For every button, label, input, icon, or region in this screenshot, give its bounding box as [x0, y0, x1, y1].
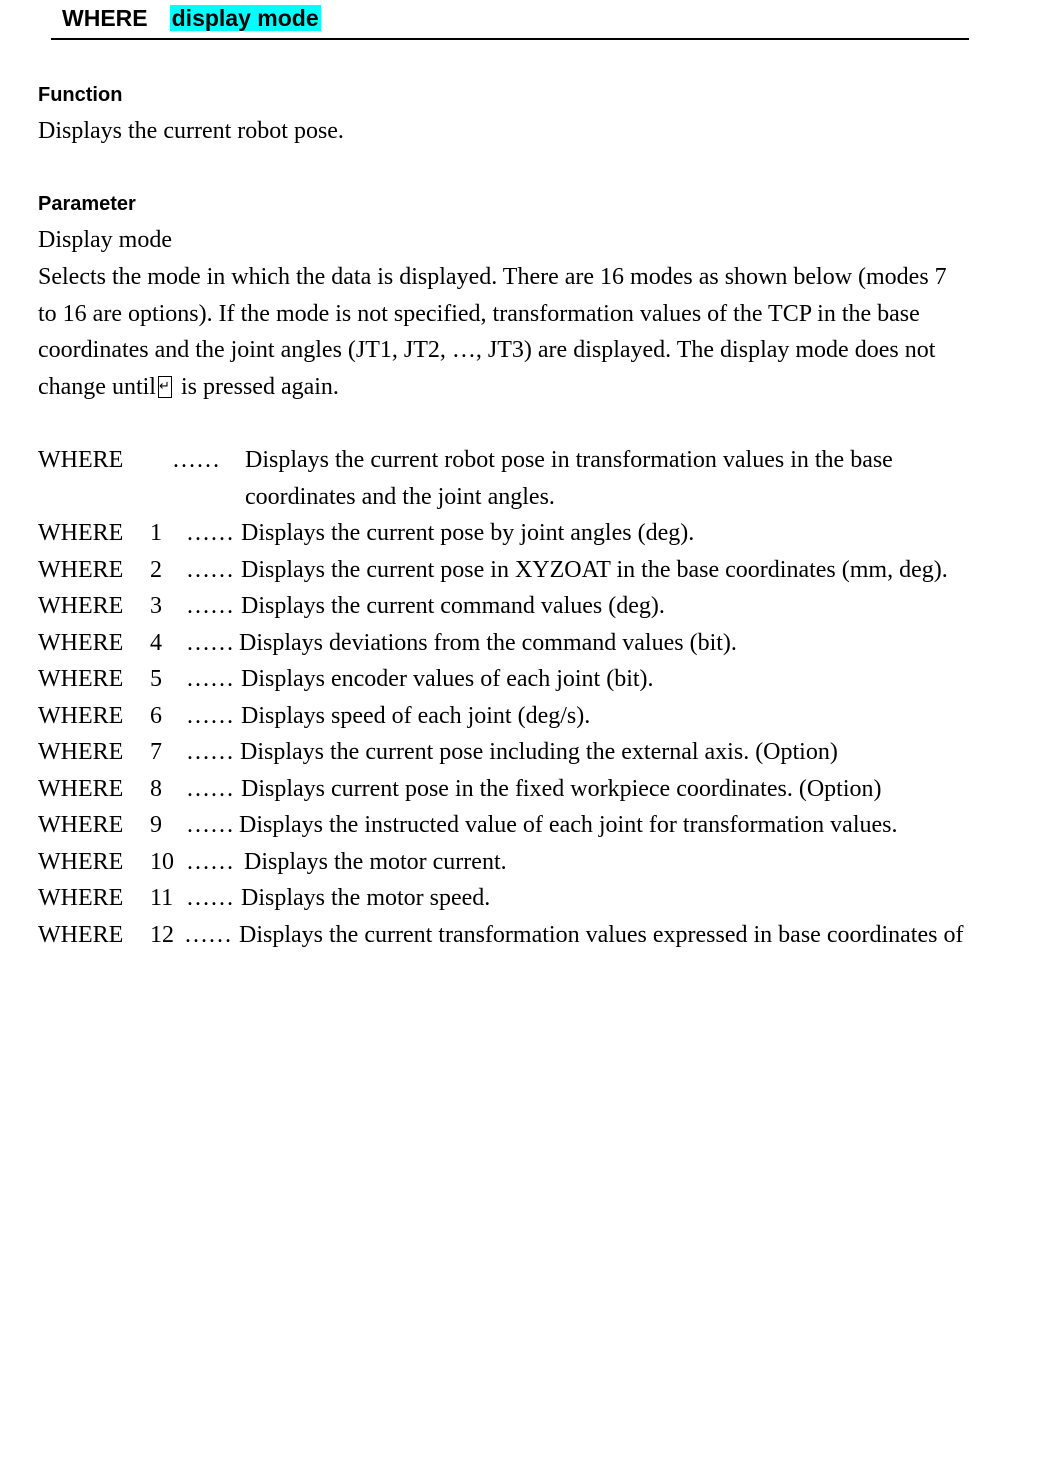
mode-description: Displays the current pose by joint angle… [241, 520, 695, 546]
mode-number: 7 [150, 739, 162, 765]
mode-leader-dots: …… [172, 447, 220, 473]
display-mode-list: WHERE …… Displays the current robot pose… [38, 442, 998, 953]
list-item: WHERE 4 …… Displays deviations from the … [38, 625, 998, 662]
mode-keyword: WHERE [38, 921, 124, 948]
mode-description: Displays the current transformation valu… [239, 921, 964, 948]
list-item: WHERE 1 …… Displays the current pose by … [38, 515, 998, 552]
list-item: WHERE 3 …… Displays the current command … [38, 588, 998, 625]
mode-leader-dots: …… [184, 921, 232, 948]
parameter-description-line: coordinates and the joint angles (JT1, J… [38, 337, 936, 364]
mode-leader-dots: …… [186, 812, 234, 838]
parameter-description-line: Selects the mode in which the data is di… [38, 264, 947, 290]
mode-description: Displays the current pose in XYZOAT in t… [241, 556, 948, 583]
list-item: WHERE 8 …… Displays current pose in the … [38, 771, 998, 808]
mode-keyword: WHERE [38, 520, 124, 546]
mode-keyword: WHERE [38, 629, 124, 656]
heading-divider [51, 38, 969, 40]
mode-keyword: WHERE [38, 556, 124, 583]
command-argument-highlight: display mode [169, 5, 321, 31]
mode-leader-dots: …… [186, 775, 234, 802]
parameter-description-line: change until is pressed again. [38, 369, 988, 406]
parameter-description-line: to 16 are options). If the mode is not s… [38, 300, 920, 327]
mode-number: 1 [150, 520, 162, 546]
mode-description-line: Displays the current robot pose in trans… [245, 447, 893, 473]
mode-number: 6 [150, 702, 162, 729]
mode-description: Displays the current robot pose in trans… [245, 442, 893, 515]
mode-description: Displays current pose in the fixed workp… [241, 775, 882, 802]
mode-keyword: WHERE [38, 447, 124, 473]
list-item: WHERE 6 …… Displays speed of each joint … [38, 698, 998, 735]
mode-description: Displays the current pose including the … [240, 739, 838, 765]
mode-leader-dots: …… [186, 556, 234, 583]
mode-description: Displays speed of each joint (deg/s). [241, 702, 591, 729]
command-heading: WHERE display mode [62, 3, 321, 33]
mode-number: 5 [150, 666, 162, 692]
mode-keyword: WHERE [38, 812, 124, 838]
mode-description: Displays encoder values of each joint (b… [241, 666, 654, 692]
mode-number: 2 [150, 556, 162, 583]
mode-description: Displays the instructed value of each jo… [239, 812, 898, 838]
parameter-description: Selects the mode in which the data is di… [38, 259, 988, 405]
mode-keyword: WHERE [38, 848, 124, 875]
list-item: WHERE 2 …… Displays the current pose in … [38, 552, 998, 589]
mode-number: 10 [150, 848, 174, 875]
mode-leader-dots: …… [186, 520, 234, 546]
parameter-name: Display mode [38, 227, 172, 253]
mode-number: 4 [150, 629, 162, 656]
mode-number: 9 [150, 812, 162, 838]
mode-keyword: WHERE [38, 593, 124, 619]
list-item: WHERE 10 …… Displays the motor current. [38, 844, 998, 881]
mode-leader-dots: …… [186, 666, 234, 692]
parameter-section-title: Parameter [38, 193, 136, 215]
mode-leader-dots: …… [186, 848, 234, 875]
mode-description: Displays the motor current. [244, 848, 507, 875]
mode-description-line: coordinates and the joint angles. [245, 483, 555, 510]
mode-keyword: WHERE [38, 775, 124, 802]
mode-keyword: WHERE [38, 702, 124, 729]
mode-leader-dots: …… [186, 593, 234, 619]
list-item: WHERE …… Displays the current robot pose… [38, 442, 998, 515]
mode-leader-dots: …… [186, 739, 234, 765]
mode-leader-dots: …… [186, 702, 234, 729]
mode-description: Displays deviations from the command val… [239, 629, 737, 656]
mode-leader-dots: …… [186, 629, 234, 656]
list-item: WHERE 7 …… Displays the current pose inc… [38, 734, 998, 771]
mode-description: Displays the current command values (deg… [241, 593, 665, 619]
mode-number: 3 [150, 593, 162, 619]
list-item: WHERE 9 …… Displays the instructed value… [38, 807, 998, 844]
function-description: Displays the current robot pose. [38, 118, 344, 144]
list-item: WHERE 12 …… Displays the current transfo… [38, 917, 998, 954]
mode-number: 12 [150, 921, 174, 948]
list-item: WHERE 5 …… Displays encoder values of ea… [38, 661, 998, 698]
mode-number: 11 [150, 885, 174, 911]
last-line-before-key: change until [38, 373, 156, 400]
function-section-title: Function [38, 84, 123, 106]
mode-keyword: WHERE [38, 739, 124, 765]
mode-leader-dots: …… [186, 885, 234, 911]
return-key-icon [157, 375, 172, 398]
mode-keyword: WHERE [38, 666, 124, 692]
mode-description: Displays the motor speed. [241, 885, 491, 911]
list-item: WHERE 11 …… Displays the motor speed. [38, 880, 998, 917]
command-keyword: WHERE [62, 5, 148, 31]
mode-number: 8 [150, 775, 162, 802]
last-line-after-key: is pressed again. [174, 373, 339, 400]
mode-keyword: WHERE [38, 885, 124, 911]
